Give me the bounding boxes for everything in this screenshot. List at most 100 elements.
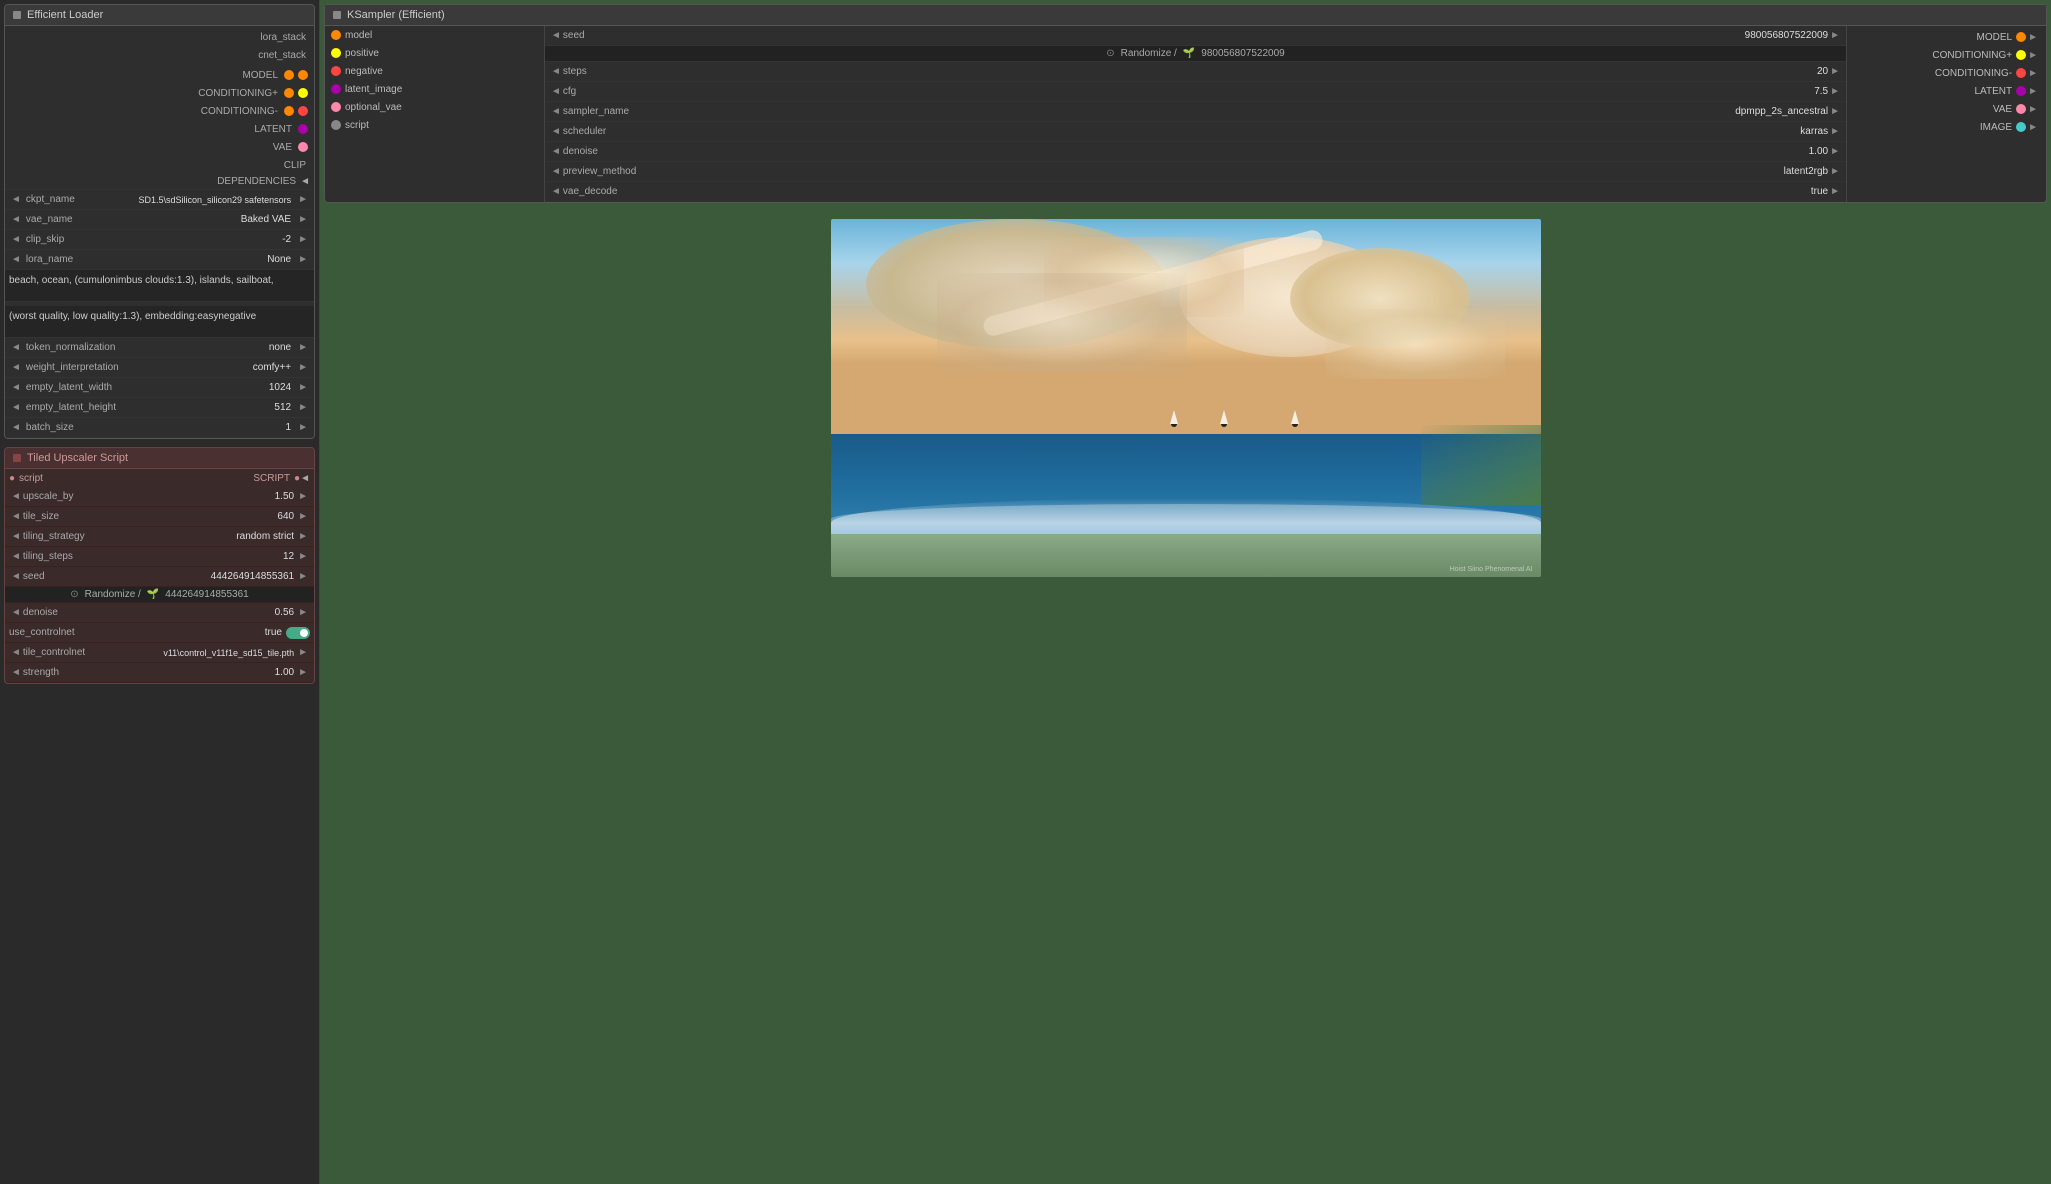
latent-width-arrow-right[interactable]: ►: [296, 382, 310, 393]
tile-controlnet-row[interactable]: ◄ tile_controlnet v11\control_v11f1e_sd1…: [5, 643, 314, 663]
lora-name-arrow-right[interactable]: ►: [296, 254, 310, 265]
tiled-denoise-row[interactable]: ◄ denoise 0.56 ►: [5, 603, 314, 623]
tile-controlnet-arrow-right[interactable]: ►: [296, 647, 310, 658]
ks-preview-arrow-right[interactable]: ►: [1828, 166, 1842, 177]
tile-size-arrow-left[interactable]: ◄: [9, 511, 23, 522]
ks-preview-row[interactable]: ◄ preview_method latent2rgb ►: [545, 162, 1846, 182]
weight-interp-label: weight_interpretation: [26, 362, 253, 373]
script-conn-arrow: ◄: [300, 473, 310, 484]
vae-name-arrow-left[interactable]: ◄: [9, 214, 23, 225]
clip-skip-arrow-right[interactable]: ►: [296, 234, 310, 245]
ks-negative-dot: [331, 66, 341, 76]
ks-preview-arrow-left[interactable]: ◄: [549, 166, 563, 177]
ks-seed-row[interactable]: ◄ seed 980056807522009 ►: [545, 26, 1846, 46]
tile-size-row[interactable]: ◄ tile_size 640 ►: [5, 507, 314, 527]
vae-name-arrow-right[interactable]: ►: [296, 214, 310, 225]
positive-prompt[interactable]: beach, ocean, (cumulonimbus clouds:1.3),…: [5, 270, 314, 302]
ks-steps-row[interactable]: ◄ steps 20 ►: [545, 62, 1846, 82]
strength-row[interactable]: ◄ strength 1.00 ►: [5, 663, 314, 683]
ks-denoise-arrow-right[interactable]: ►: [1828, 146, 1842, 157]
batch-size-arrow-left[interactable]: ◄: [9, 422, 23, 433]
vae-name-row[interactable]: ◄ vae_name Baked VAE ►: [5, 210, 314, 230]
token-norm-arrow-right[interactable]: ►: [296, 342, 310, 353]
tiling-steps-label: tiling_steps: [23, 551, 283, 562]
latent-height-value: 512: [274, 402, 293, 413]
ks-vae-dot: [331, 102, 341, 112]
tiled-denoise-label: denoise: [23, 607, 275, 618]
ks-steps-arrow-right[interactable]: ►: [1828, 66, 1842, 77]
ckpt-name-row[interactable]: ◄ ckpt_name SD1.5\sdSilicon_silicon29 sa…: [5, 190, 314, 210]
batch-size-row[interactable]: ◄ batch_size 1 ►: [5, 418, 314, 438]
ckpt-arrow-left[interactable]: ◄: [9, 194, 23, 205]
token-norm-arrow-left[interactable]: ◄: [9, 342, 23, 353]
tiling-strategy-row[interactable]: ◄ tiling_strategy random strict ►: [5, 527, 314, 547]
ks-cfg-row[interactable]: ◄ cfg 7.5 ►: [545, 82, 1846, 102]
ks-model-in: model: [325, 26, 544, 44]
ks-sampler-arrow-right[interactable]: ►: [1828, 106, 1842, 117]
upscale-by-arrow-right[interactable]: ►: [296, 491, 310, 502]
clip-skip-arrow-left[interactable]: ◄: [9, 234, 23, 245]
tiled-randomize-label: Randomize /: [85, 589, 141, 600]
latent-width-row[interactable]: ◄ empty_latent_width 1024 ►: [5, 378, 314, 398]
token-norm-row[interactable]: ◄ token_normalization none ►: [5, 338, 314, 358]
upscale-by-arrow-left[interactable]: ◄: [9, 491, 23, 502]
ks-vae-label: optional_vae: [345, 102, 402, 113]
latent-height-arrow-right[interactable]: ►: [296, 402, 310, 413]
weight-interp-row[interactable]: ◄ weight_interpretation comfy++ ►: [5, 358, 314, 378]
use-controlnet-label: use_controlnet: [9, 627, 265, 638]
ks-cfg-arrow-right[interactable]: ►: [1828, 86, 1842, 97]
latent-height-row[interactable]: ◄ empty_latent_height 512 ►: [5, 398, 314, 418]
tiled-denoise-arrow-right[interactable]: ►: [296, 607, 310, 618]
ks-scheduler-row[interactable]: ◄ scheduler karras ►: [545, 122, 1846, 142]
ks-scheduler-value: karras: [1800, 126, 1828, 137]
strength-arrow-right[interactable]: ►: [296, 667, 310, 678]
ks-script-label: script: [345, 120, 369, 131]
script-dot: ●: [9, 473, 15, 484]
ks-vae-decode-arrow-right[interactable]: ►: [1828, 186, 1842, 197]
latent-height-arrow-left[interactable]: ◄: [9, 402, 23, 413]
tiling-steps-row[interactable]: ◄ tiling_steps 12 ►: [5, 547, 314, 567]
ks-sampler-row[interactable]: ◄ sampler_name dpmpp_2s_ancestral ►: [545, 102, 1846, 122]
lora-name-row[interactable]: ◄ lora_name None ►: [5, 250, 314, 270]
tiled-seed-arrow-left[interactable]: ◄: [9, 571, 23, 582]
ks-latent-dot: [331, 84, 341, 94]
tiling-strategy-arrow-right[interactable]: ►: [296, 531, 310, 542]
weight-interp-arrow-left[interactable]: ◄: [9, 362, 23, 373]
ks-sampler-arrow-left[interactable]: ◄: [549, 106, 563, 117]
ks-vae-out: VAE ►: [1851, 100, 2042, 118]
ks-denoise-arrow-left[interactable]: ◄: [549, 146, 563, 157]
tiled-seed-row[interactable]: ◄ seed 444264914855361 ►: [5, 567, 314, 587]
clip-skip-value: -2: [282, 234, 293, 245]
clip-skip-label: clip_skip: [26, 234, 282, 245]
ks-script-in: script: [325, 116, 544, 134]
ks-scheduler-arrow-right[interactable]: ►: [1828, 126, 1842, 137]
negative-prompt[interactable]: (worst quality, low quality:1.3), embedd…: [5, 306, 314, 338]
tiled-seed-arrow-right[interactable]: ►: [296, 571, 310, 582]
tiled-denoise-arrow-left[interactable]: ◄: [9, 607, 23, 618]
batch-size-arrow-right[interactable]: ►: [296, 422, 310, 433]
ksampler-header-dot: [333, 11, 341, 19]
use-controlnet-row[interactable]: use_controlnet true: [5, 623, 314, 643]
clip-skip-row[interactable]: ◄ clip_skip -2 ►: [5, 230, 314, 250]
tile-controlnet-arrow-left[interactable]: ◄: [9, 647, 23, 658]
use-controlnet-toggle[interactable]: [286, 627, 310, 639]
ks-vae-decode-arrow-left[interactable]: ◄: [549, 186, 563, 197]
ks-denoise-row[interactable]: ◄ denoise 1.00 ►: [545, 142, 1846, 162]
tiling-steps-arrow-left[interactable]: ◄: [9, 551, 23, 562]
tiling-steps-arrow-right[interactable]: ►: [296, 551, 310, 562]
ks-seed-arrow-left[interactable]: ◄: [549, 30, 563, 41]
ks-cfg-arrow-left[interactable]: ◄: [549, 86, 563, 97]
strength-arrow-left[interactable]: ◄: [9, 667, 23, 678]
ckpt-arrow-right[interactable]: ►: [296, 194, 310, 205]
ks-seed-arrow-right[interactable]: ►: [1828, 30, 1842, 41]
latent-width-arrow-left[interactable]: ◄: [9, 382, 23, 393]
ks-steps-arrow-left[interactable]: ◄: [549, 66, 563, 77]
strength-value: 1.00: [275, 667, 296, 678]
tiling-strategy-arrow-left[interactable]: ◄: [9, 531, 23, 542]
ks-vae-decode-row[interactable]: ◄ vae_decode true ►: [545, 182, 1846, 202]
weight-interp-arrow-right[interactable]: ►: [296, 362, 310, 373]
tile-size-arrow-right[interactable]: ►: [296, 511, 310, 522]
ks-scheduler-arrow-left[interactable]: ◄: [549, 126, 563, 137]
lora-name-arrow-left[interactable]: ◄: [9, 254, 23, 265]
upscale-by-row[interactable]: ◄ upscale_by 1.50 ►: [5, 487, 314, 507]
